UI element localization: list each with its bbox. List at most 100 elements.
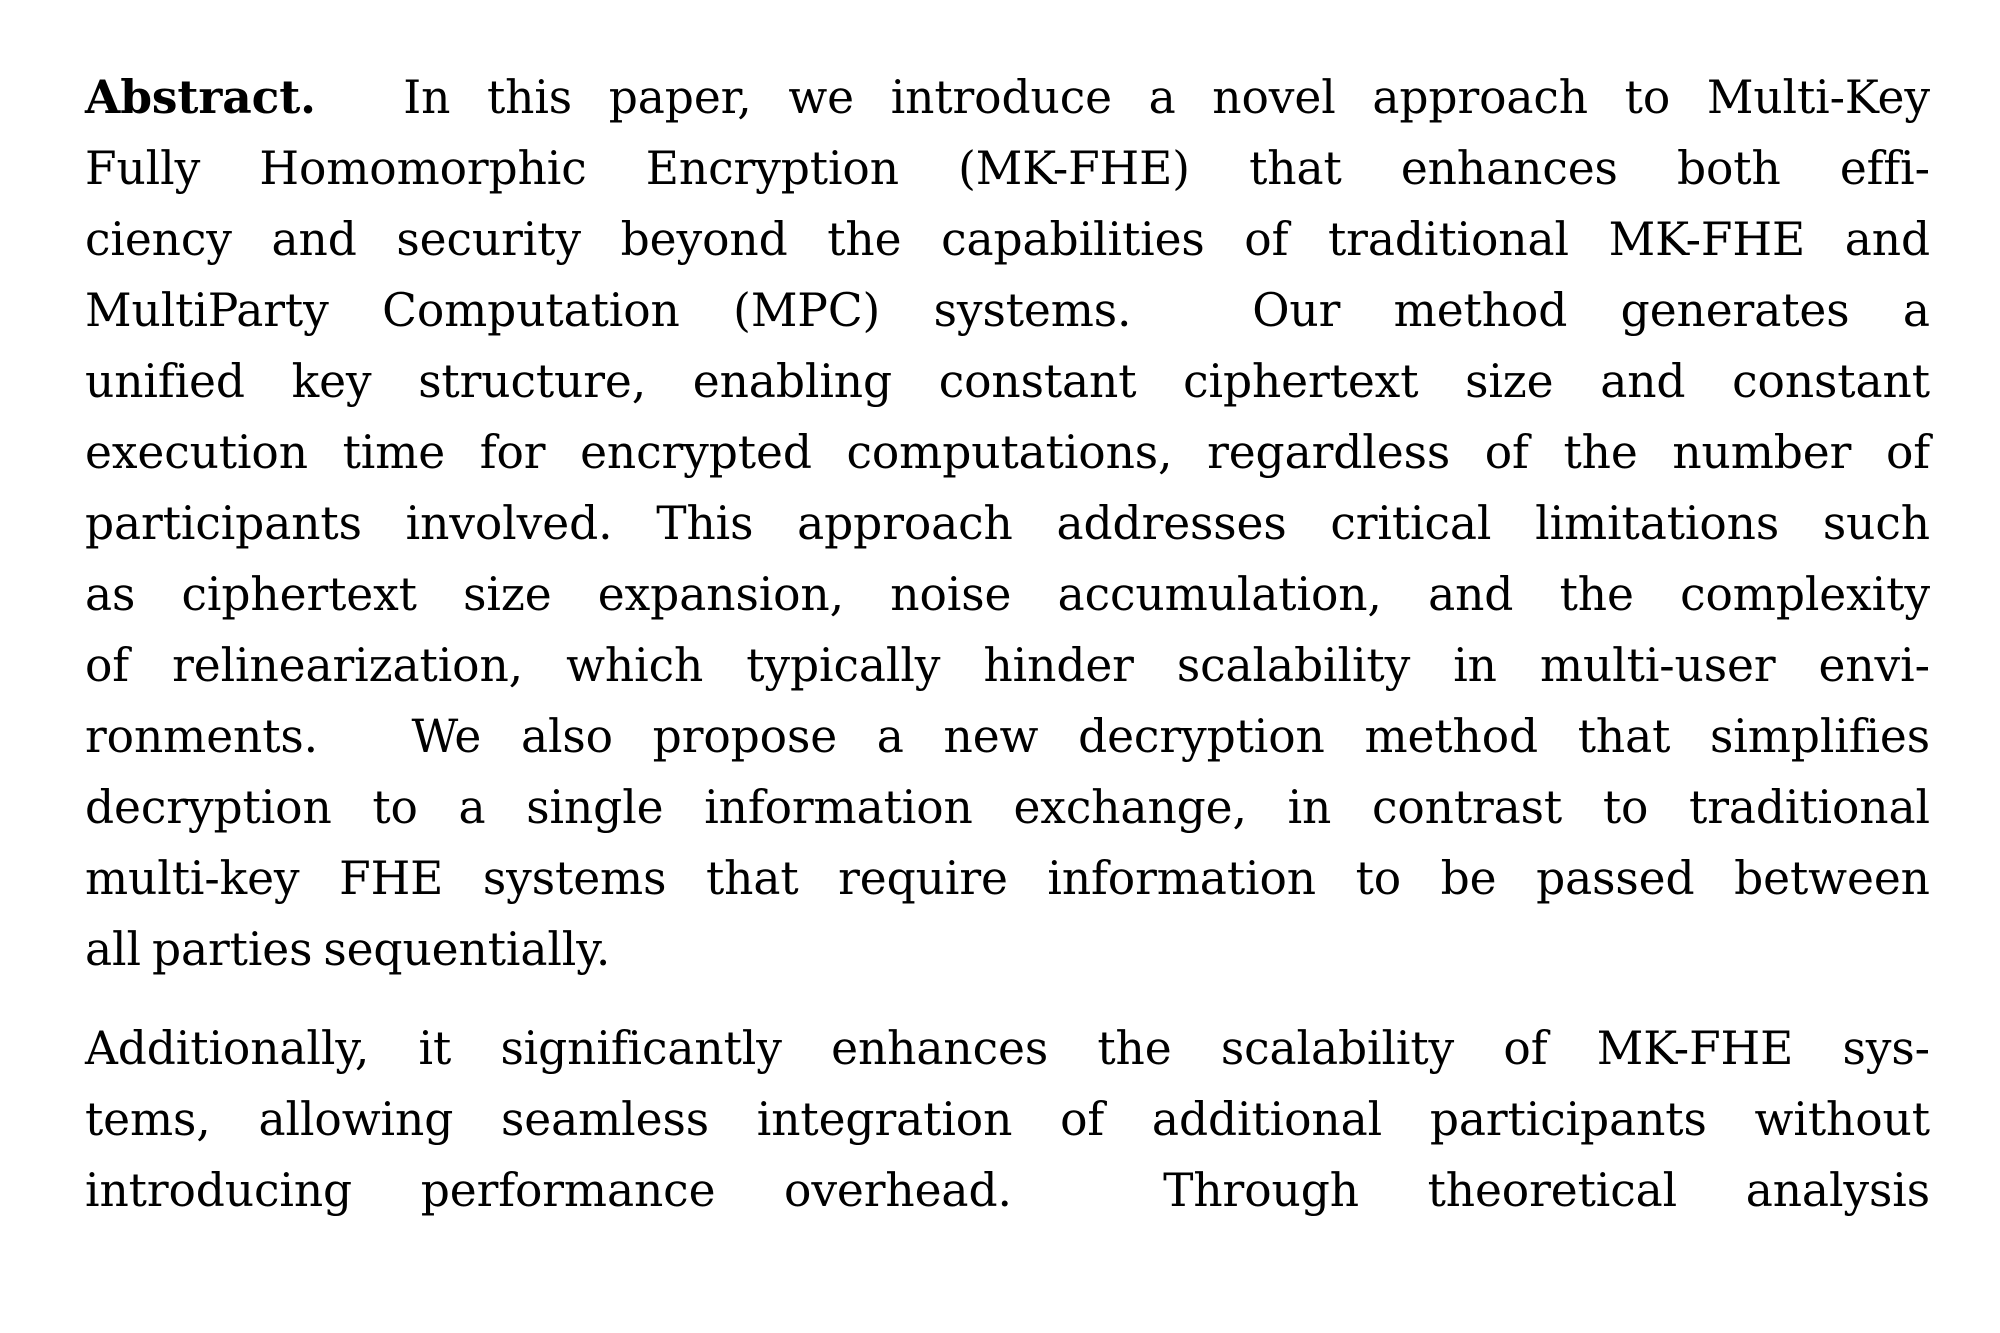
- word: for: [479, 426, 546, 479]
- word: seamless: [501, 1093, 709, 1146]
- text-line: as ciphertext size expansion, noise accumulat…: [85, 559, 1930, 630]
- word: the: [1097, 1022, 1172, 1075]
- word: This: [656, 497, 754, 550]
- word: information: [1047, 852, 1316, 905]
- word: sequentially.: [323, 923, 611, 976]
- text-line: introducing performance overhead. Through th…: [85, 1155, 1930, 1226]
- word: analysis: [1745, 1164, 1930, 1217]
- word: beyond: [620, 213, 788, 266]
- word: Our: [1252, 284, 1341, 337]
- text-line: Fully Homomorphic Encryption (MK-FHE) that en…: [85, 133, 1930, 204]
- word: a: [458, 781, 486, 834]
- text-line: decryption to a single information exchange, i…: [85, 772, 1930, 843]
- word: capabilities: [941, 213, 1205, 266]
- word: paper,: [608, 71, 752, 124]
- text-line: MultiParty Computation (MPC) systems. Our met…: [85, 275, 1930, 346]
- word: approach: [1372, 71, 1588, 124]
- word: traditional: [1689, 781, 1930, 834]
- word: limitations: [1535, 497, 1780, 550]
- paper-page: Abstract. In this paper, we introduce a novel ap…: [0, 0, 2000, 1333]
- word: (MPC): [733, 284, 881, 337]
- word: theoretical: [1427, 1164, 1678, 1217]
- word: and: [1428, 568, 1514, 621]
- word: number: [1672, 426, 1852, 479]
- word: parties: [151, 923, 313, 976]
- word: Fully: [85, 142, 201, 195]
- word: participants: [85, 497, 362, 550]
- word: traditional: [1327, 213, 1569, 266]
- text-line: Abstract. In this paper, we introduce a novel ap…: [85, 62, 1930, 133]
- word: scalability: [1176, 639, 1411, 692]
- word: novel: [1212, 71, 1336, 124]
- word: regardless: [1207, 426, 1451, 479]
- word: critical: [1330, 497, 1492, 550]
- text-line: tems, allowing seamless integration of additi…: [85, 1084, 1930, 1155]
- text-line: unified key structure, enabling constant ciph…: [85, 346, 1930, 417]
- word: time: [342, 426, 446, 479]
- word: tems,: [85, 1093, 211, 1146]
- word: constant: [1732, 355, 1930, 408]
- word: decryption: [85, 781, 332, 834]
- word: FHE: [339, 852, 444, 905]
- word: of: [85, 639, 130, 692]
- word: in: [1287, 781, 1332, 834]
- text-line: execution time for encrypted computations, re…: [85, 417, 1930, 488]
- word: and: [271, 213, 357, 266]
- word: accumulation,: [1057, 568, 1382, 621]
- word: MultiParty: [85, 284, 329, 337]
- word: such: [1822, 497, 1930, 550]
- word: We: [411, 710, 482, 763]
- text-line: Additionally, it significantly enhances the s…: [85, 1013, 1930, 1084]
- word: structure,: [418, 355, 647, 408]
- word: both: [1676, 142, 1781, 195]
- word: MK-FHE: [1608, 213, 1806, 266]
- word: scalability: [1220, 1022, 1455, 1075]
- word: effi-: [1839, 142, 1930, 195]
- word: to: [1624, 71, 1671, 124]
- word: Multi-Key: [1706, 71, 1930, 124]
- word: of: [1885, 426, 1930, 479]
- word: ciphertext: [1183, 355, 1419, 408]
- word: a: [1902, 284, 1930, 337]
- word: propose: [652, 710, 838, 763]
- text-line: of relinearization, which typically hinder sc…: [85, 630, 1930, 701]
- text-line: ciency and security beyond the capabilities of…: [85, 204, 1930, 275]
- word: new: [943, 710, 1039, 763]
- word: to: [372, 781, 418, 834]
- word: ciency: [85, 213, 232, 266]
- word: Computation: [382, 284, 680, 337]
- word: that: [1249, 142, 1342, 195]
- word: Additionally,: [85, 1022, 370, 1075]
- word: of: [1060, 1093, 1105, 1146]
- word: addresses: [1056, 497, 1287, 550]
- word: generates: [1620, 284, 1850, 337]
- word: it: [418, 1022, 452, 1075]
- word: between: [1734, 852, 1930, 905]
- word: (MK-FHE): [958, 142, 1190, 195]
- text-line: all parties sequentially.: [85, 914, 1930, 985]
- word: require: [838, 852, 1008, 905]
- word: computations,: [846, 426, 1173, 479]
- abstract-text-block: Abstract. In this paper, we introduce a novel ap…: [85, 62, 1930, 1226]
- word: sys-: [1842, 1022, 1930, 1075]
- word: In: [403, 71, 451, 124]
- word: be: [1440, 852, 1497, 905]
- word: size: [1465, 355, 1554, 408]
- word: method: [1364, 710, 1539, 763]
- word: method: [1393, 284, 1568, 337]
- word: security: [396, 213, 581, 266]
- word: the: [1559, 568, 1634, 621]
- abstract-paragraph: Abstract. In this paper, we introduce a novel ap…: [85, 62, 1930, 985]
- word: constant: [938, 355, 1137, 408]
- word: overhead.: [784, 1164, 1012, 1217]
- word: of: [1484, 426, 1529, 479]
- word: complexity: [1680, 568, 1930, 621]
- word: enhances: [1400, 142, 1618, 195]
- word: relinearization,: [172, 639, 524, 692]
- word: Encryption: [645, 142, 899, 195]
- word: Homomorphic: [259, 142, 587, 195]
- word: single: [526, 781, 664, 834]
- word: and: [1600, 355, 1686, 408]
- word: a: [1148, 71, 1176, 124]
- word: ronments.: [85, 710, 319, 763]
